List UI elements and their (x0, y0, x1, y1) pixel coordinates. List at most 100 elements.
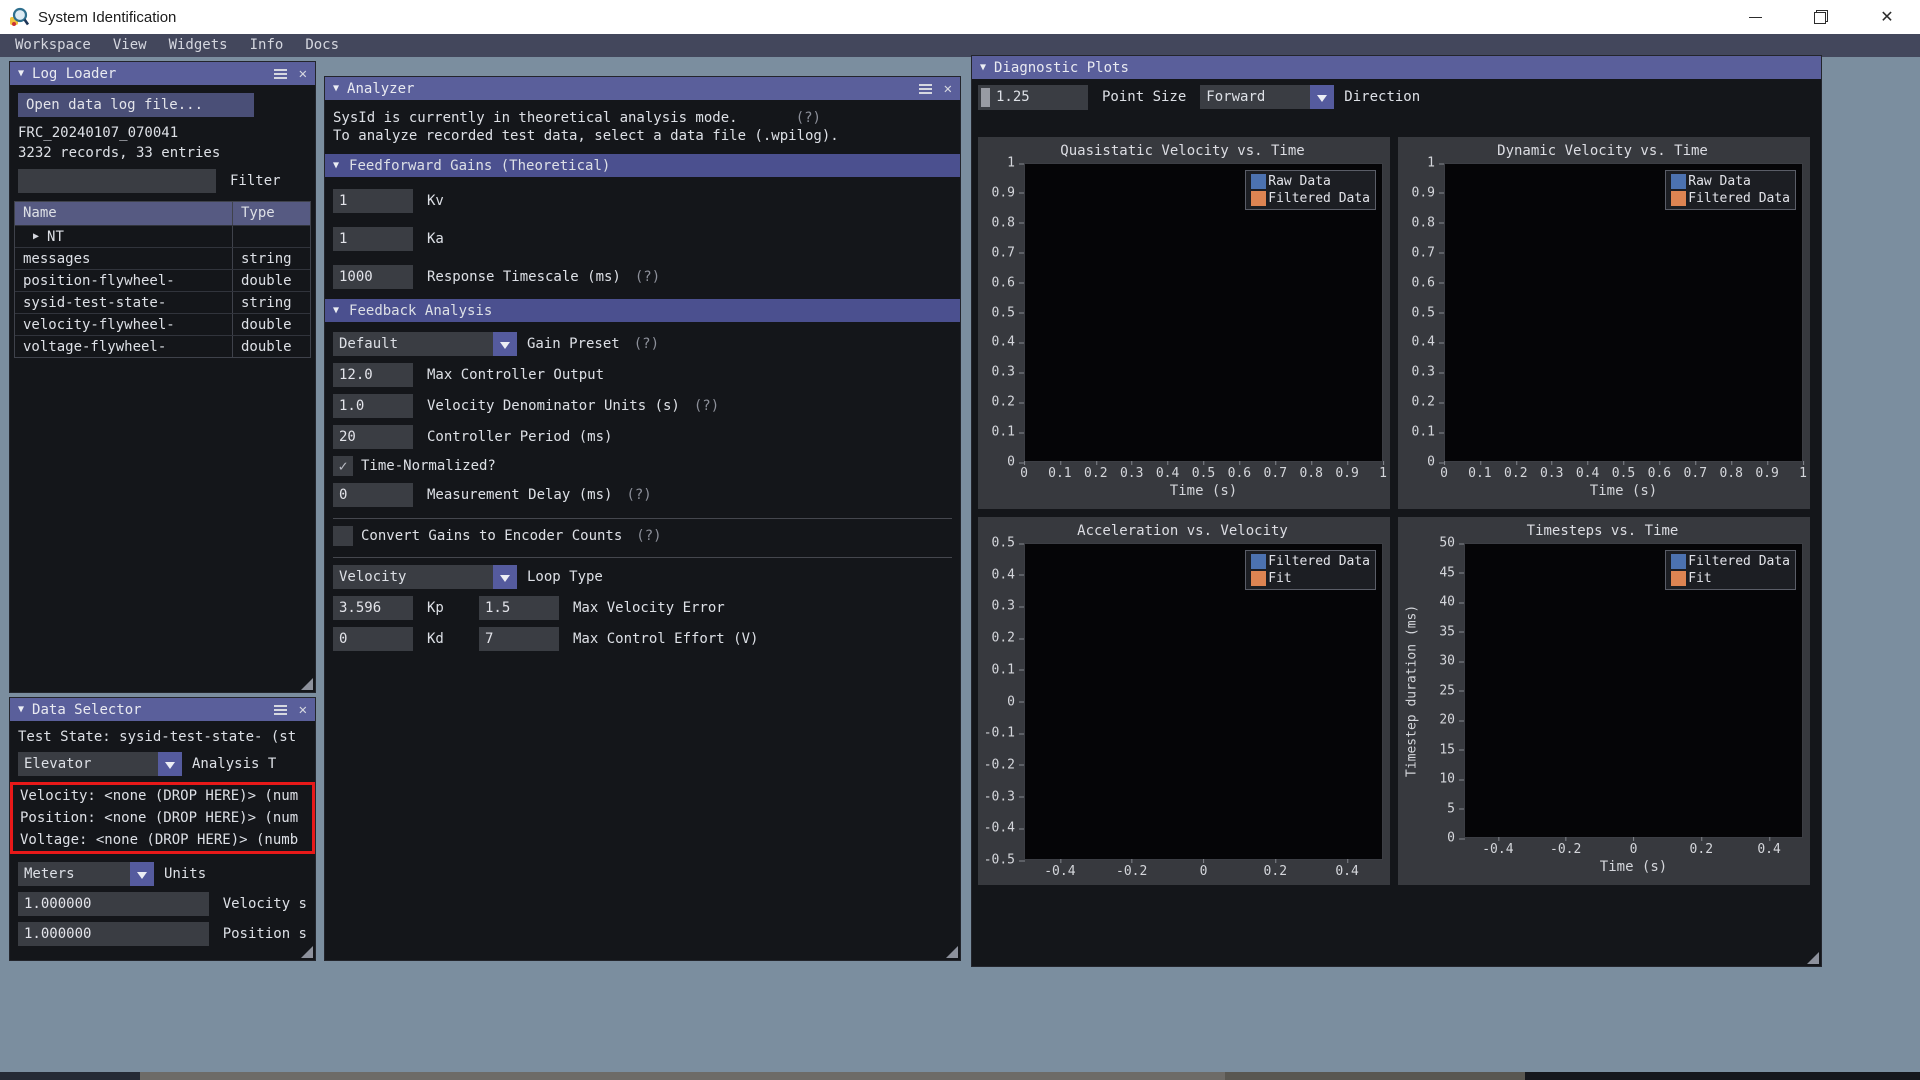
signal-drop-target[interactable]: Position: <none (DROP HERE)> (num (13, 807, 312, 829)
resize-grip[interactable] (946, 946, 958, 958)
close-panel-icon[interactable]: ✕ (944, 81, 952, 97)
plot-area[interactable]: Filtered Data Fit (1024, 543, 1383, 860)
close-panel-icon[interactable]: ✕ (299, 702, 307, 718)
max-controller-output-input[interactable]: 12.0 (333, 363, 413, 387)
open-log-file-button[interactable]: Open data log file... (18, 93, 254, 117)
max-velocity-error-input[interactable]: 1.5 (479, 596, 559, 620)
signal-drop-target[interactable]: Velocity: <none (DROP HERE)> (num (13, 785, 312, 807)
collapse-icon[interactable]: ▼ (333, 83, 339, 94)
signal-drop-target[interactable]: Voltage: <none (DROP HERE)> (numb (13, 829, 312, 851)
diagnostic-plots-header[interactable]: ▼ Diagnostic Plots (972, 56, 1821, 79)
gain-preset-combo[interactable]: Default (333, 332, 517, 356)
close-panel-icon[interactable]: ✕ (299, 66, 307, 82)
window-titlebar[interactable]: System Identification ✕ (0, 0, 1920, 34)
plot-area[interactable]: Filtered Data Fit (1464, 543, 1803, 838)
taskbar[interactable] (0, 1072, 1920, 1080)
menu-item-widgets[interactable]: Widgets (158, 34, 239, 57)
entry-name-cell: messages (15, 248, 232, 269)
log-loader-header[interactable]: ▼ Log Loader ✕ (10, 62, 315, 85)
position-scale-input[interactable]: 1.000000 (18, 922, 209, 946)
velocity-scale-input[interactable]: 1.000000 (18, 892, 209, 916)
help-marker[interactable]: (?) (636, 528, 661, 544)
collapse-icon[interactable]: ▼ (18, 68, 24, 79)
loop-type-combo[interactable]: Velocity (333, 565, 517, 589)
collapse-icon[interactable]: ▼ (18, 704, 24, 715)
taskbar-segment (0, 1072, 140, 1080)
help-marker[interactable]: (?) (635, 269, 660, 285)
legend-entry[interactable]: Fit (1671, 571, 1790, 586)
velocity-denominator-input[interactable]: 1.0 (333, 394, 413, 418)
resize-grip[interactable] (301, 946, 313, 958)
restore-button[interactable] (1788, 0, 1854, 34)
mode-line-2: To analyze recorded test data, select a … (333, 128, 839, 144)
legend-entry[interactable]: Fit (1251, 571, 1370, 586)
close-window-button[interactable]: ✕ (1854, 0, 1920, 34)
legend-entry[interactable]: Raw Data (1671, 174, 1790, 189)
legend-entry[interactable]: Raw Data (1251, 174, 1370, 189)
response-timescale-input[interactable]: 1000 (333, 265, 413, 289)
table-row[interactable]: velocity-flywheel-double (15, 313, 310, 335)
entry-name-cell: velocity-flywheel- (15, 314, 232, 335)
resize-grip[interactable] (1807, 952, 1819, 964)
menu-item-docs[interactable]: Docs (294, 34, 350, 57)
legend-entry[interactable]: Filtered Data (1671, 554, 1790, 569)
column-header-type[interactable]: Type (232, 202, 310, 225)
table-row[interactable]: position-flywheel-double (15, 269, 310, 291)
legend-label: Fit (1688, 571, 1712, 586)
expand-arrow-icon[interactable]: ▶ (33, 226, 39, 247)
help-marker[interactable]: (?) (796, 110, 821, 126)
legend-entry[interactable]: Filtered Data (1671, 191, 1790, 206)
point-size-input[interactable]: 1.25 (978, 84, 1088, 110)
y-tick-label: 45 (1439, 565, 1465, 580)
help-marker[interactable]: (?) (694, 398, 719, 414)
collapse-icon[interactable]: ▼ (980, 62, 986, 73)
column-header-name[interactable]: Name (15, 202, 232, 225)
data-selector-header[interactable]: ▼ Data Selector ✕ (10, 698, 315, 721)
diagnostic-plots-title: Diagnostic Plots (994, 59, 1129, 76)
table-row[interactable]: ▶ NT (15, 225, 310, 247)
table-row[interactable]: messages string (15, 247, 310, 269)
window-menu-icon[interactable] (918, 83, 932, 94)
legend-entry[interactable]: Filtered Data (1251, 191, 1370, 206)
chart-title: Timesteps vs. Time (1526, 523, 1679, 539)
direction-combo[interactable]: Forward (1200, 85, 1335, 109)
minimize-button[interactable] (1722, 0, 1788, 34)
analyzer-header[interactable]: ▼ Analyzer ✕ (325, 77, 960, 100)
filter-input[interactable] (18, 169, 216, 193)
menu-item-workspace[interactable]: Workspace (4, 34, 102, 57)
units-combo[interactable]: Meters (18, 862, 154, 886)
help-marker[interactable]: (?) (634, 336, 659, 352)
legend-entry[interactable]: Filtered Data (1251, 554, 1370, 569)
chart-cell: Acceleration vs. Velocity 0.5 0.4 0.3 0.2 0.1… (978, 517, 1390, 885)
kd-input[interactable]: 0 (333, 627, 413, 651)
window-menu-icon[interactable] (273, 68, 287, 79)
max-controller-output-label: Max Controller Output (427, 367, 605, 383)
table-row[interactable]: voltage-flywheel-double (15, 335, 310, 357)
max-control-effort-input[interactable]: 7 (479, 627, 559, 651)
controller-period-input[interactable]: 20 (333, 425, 413, 449)
convert-gains-checkbox[interactable] (333, 526, 353, 546)
measurement-delay-input[interactable]: 0 (333, 483, 413, 507)
kv-input[interactable]: 1 (333, 189, 413, 213)
plot-area[interactable]: Raw Data Filtered Data (1444, 163, 1803, 462)
chart-legend: Raw Data Filtered Data (1665, 170, 1796, 210)
help-marker[interactable]: (?) (626, 487, 651, 503)
menu-item-info[interactable]: Info (239, 34, 295, 57)
kp-input[interactable]: 3.596 (333, 596, 413, 620)
collapse-icon[interactable]: ▼ (333, 305, 339, 316)
window-menu-icon[interactable] (273, 704, 287, 715)
time-normalized-checkbox[interactable]: ✓ (333, 456, 353, 476)
feedback-section-header[interactable]: ▼ Feedback Analysis (325, 299, 960, 322)
table-row[interactable]: sysid-test-state-string (15, 291, 310, 313)
feedforward-section-header[interactable]: ▼ Feedforward Gains (Theoretical) (325, 154, 960, 177)
resize-grip[interactable] (301, 678, 313, 690)
collapse-icon[interactable]: ▼ (333, 160, 339, 171)
y-tick-label: 15 (1439, 742, 1465, 757)
ka-input[interactable]: 1 (333, 227, 413, 251)
analysis-type-combo[interactable]: Elevator (18, 752, 182, 776)
drag-grip-icon[interactable] (981, 87, 990, 107)
plot-area[interactable]: Raw Data Filtered Data (1024, 163, 1383, 462)
menu-item-view[interactable]: View (102, 34, 158, 57)
y-tick-label: 0.2 (991, 630, 1026, 646)
chart-mid: Timestep duration (ms) 50 45 40 35 30 25 20 15 10… (1402, 536, 1803, 846)
